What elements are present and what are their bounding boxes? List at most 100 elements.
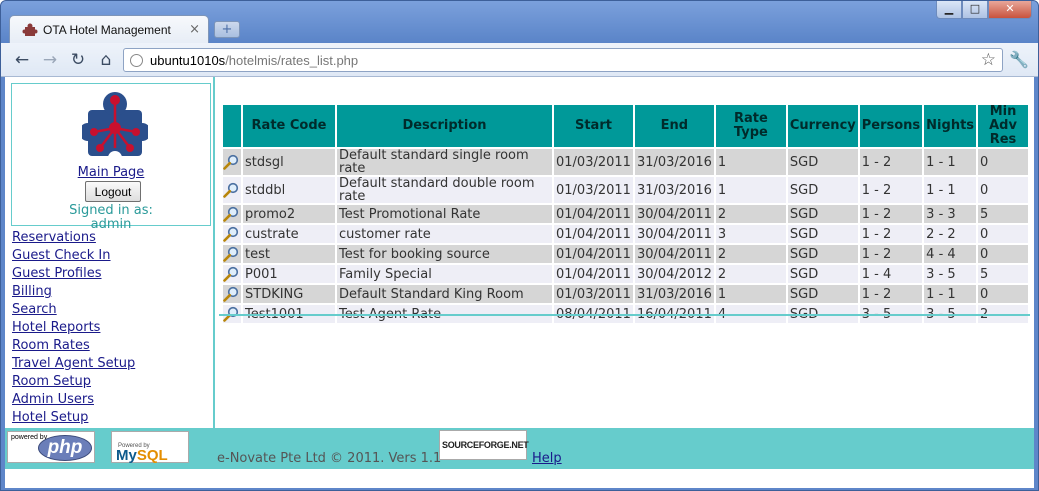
cell-description: Default standard single room rate [337, 149, 552, 175]
cell-rate-code: stdsgl [243, 149, 335, 175]
mysql-logo-my: My [116, 447, 137, 464]
powered-by-php-badge[interactable]: powered by php [7, 431, 95, 463]
magnifier-icon[interactable] [223, 206, 239, 222]
cell-persons: 1 - 2 [859, 177, 923, 203]
cell-nights: 3 - 5 [924, 265, 977, 283]
table-row: P001 Family Special 01/04/2011 30/04/2012 2 S… [223, 265, 1028, 283]
sidebar-item-hotel-reports[interactable]: Hotel Reports [12, 319, 135, 337]
maximize-button[interactable]: □ [962, 1, 988, 19]
wrench-icon[interactable]: 🔧 [1009, 50, 1029, 69]
cell-end: 30/04/2012 [634, 265, 714, 283]
window-controls: ▁ □ ✕ [936, 1, 1032, 21]
tab-close-icon[interactable]: × [189, 22, 200, 37]
magnifier-icon[interactable] [223, 182, 239, 198]
php-logo: php [38, 435, 92, 461]
globe-icon [130, 54, 143, 67]
sidebar-item-guest-check-in[interactable]: Guest Check In [12, 247, 135, 265]
cell-description: Family Special [337, 265, 552, 283]
magnifier-icon[interactable] [223, 246, 239, 262]
cell-rate-code: P001 [243, 265, 335, 283]
cell-nights: 1 - 1 [924, 149, 977, 175]
cell-start: 01/03/2011 [554, 285, 633, 303]
reload-icon[interactable]: ↻ [67, 50, 89, 70]
url-host: ubuntu1010s [150, 53, 226, 68]
cell-description: customer rate [337, 225, 552, 243]
col-header-currency: Currency [787, 105, 858, 147]
cell-end: 31/03/2016 [634, 285, 714, 303]
new-tab-button[interactable]: + [214, 21, 240, 38]
cell-persons: 1 - 4 [859, 265, 923, 283]
cell-min-adv-res: 0 [978, 285, 1028, 303]
cell-end: 31/03/2016 [634, 149, 714, 175]
rates-header-row: Rate Code Description Start End Rate Typ… [223, 105, 1028, 147]
magnifier-icon[interactable] [223, 154, 239, 170]
col-header-description: Description [337, 105, 552, 147]
sidebar-item-room-setup[interactable]: Room Setup [12, 373, 135, 391]
minimize-button[interactable]: ▁ [936, 1, 962, 19]
cell-persons: 1 - 2 [859, 285, 923, 303]
magnifier-icon[interactable] [223, 226, 239, 242]
cell-min-adv-res: 5 [978, 265, 1028, 283]
cell-persons: 1 - 2 [859, 245, 923, 263]
main-page-link[interactable]: Main Page [12, 165, 210, 180]
cell-nights: 4 - 4 [924, 245, 977, 263]
cell-start: 01/03/2011 [554, 149, 633, 175]
magnifier-icon[interactable] [223, 286, 239, 302]
url-path: /hotelmis/rates_list.php [225, 53, 359, 68]
sidebar-item-travel-agent-setup[interactable]: Travel Agent Setup [12, 355, 135, 373]
col-header-end: End [634, 105, 714, 147]
col-header-min-adv-res: Min Adv Res [978, 105, 1028, 147]
cell-start: 01/04/2011 [554, 265, 633, 283]
cell-rate-code: custrate [243, 225, 335, 243]
home-icon[interactable]: ⌂ [95, 50, 117, 70]
magnifier-icon[interactable] [223, 266, 239, 282]
cell-nights: 1 - 1 [924, 177, 977, 203]
sidebar-item-room-rates[interactable]: Room Rates [12, 337, 135, 355]
cell-rate-type: 1 [715, 149, 786, 175]
cell-rate-code: stddbl [243, 177, 335, 203]
forward-icon[interactable]: → [39, 50, 61, 70]
help-link[interactable]: Help [532, 451, 562, 466]
table-row: custrate customer rate 01/04/2011 30/04/201… [223, 225, 1028, 243]
sourceforge-text: SOURCEFORGE.NET [442, 440, 529, 450]
cell-min-adv-res: 5 [978, 205, 1028, 223]
sidebar-item-hotel-setup[interactable]: Hotel Setup [12, 409, 135, 427]
browser-window: OTA Hotel Management × + ▁ □ ✕ ← → ↻ ⌂ u… [0, 0, 1039, 491]
close-window-button[interactable]: ✕ [988, 1, 1032, 19]
address-bar[interactable]: ubuntu1010s/hotelmis/rates_list.php ☆ [123, 48, 1003, 72]
cell-rate-type: 3 [715, 225, 786, 243]
bookmark-star-icon[interactable]: ☆ [981, 50, 996, 70]
back-icon[interactable]: ← [11, 50, 33, 70]
sidebar-item-guest-profiles[interactable]: Guest Profiles [12, 265, 135, 283]
sourceforge-badge[interactable]: SOURCEFORGE.NET [439, 430, 529, 460]
sidebar-item-reservations[interactable]: Reservations [12, 229, 135, 247]
url-text[interactable]: ubuntu1010s/hotelmis/rates_list.php [150, 53, 358, 68]
sidebar-menu: Reservations Guest Check In Guest Profil… [12, 229, 135, 427]
cell-currency: SGD [787, 177, 858, 203]
footer: powered by php Powered by MySQL e-Novate… [5, 428, 1034, 469]
row-view-cell [223, 285, 241, 303]
cell-currency: SGD [787, 285, 858, 303]
logout-button[interactable]: Logout [85, 181, 141, 202]
cell-currency: SGD [787, 265, 858, 283]
sidebar-item-billing[interactable]: Billing [12, 283, 135, 301]
cell-rate-type: 1 [715, 177, 786, 203]
powered-by-mysql-badge[interactable]: Powered by MySQL [111, 431, 189, 464]
sidebar-item-search[interactable]: Search [12, 301, 135, 319]
cell-nights: 2 - 2 [924, 225, 977, 243]
user-panel: Main Page Logout Signed in as: admin [11, 83, 211, 232]
signed-in-label: Signed in as: [69, 203, 153, 218]
cell-rate-type: 2 [715, 205, 786, 223]
col-header-rate-type: Rate Type [715, 105, 786, 147]
select-column-header [223, 105, 241, 147]
sidebar-item-admin-users[interactable]: Admin Users [12, 391, 135, 409]
row-view-cell [223, 265, 241, 283]
cell-nights: 3 - 3 [924, 205, 977, 223]
signed-in-info: Signed in as: admin [12, 204, 210, 232]
table-row: stdsgl Default standard single room rate 0… [223, 149, 1028, 175]
copyright-text: e-Novate Pte Ltd © 2011. Vers 1.1 [217, 451, 442, 466]
table-row: test Test for booking source 01/04/2011 30/… [223, 245, 1028, 263]
cell-nights: 1 - 1 [924, 285, 977, 303]
cell-description: Default Standard King Room [337, 285, 552, 303]
browser-tab[interactable]: OTA Hotel Management × [9, 15, 209, 43]
